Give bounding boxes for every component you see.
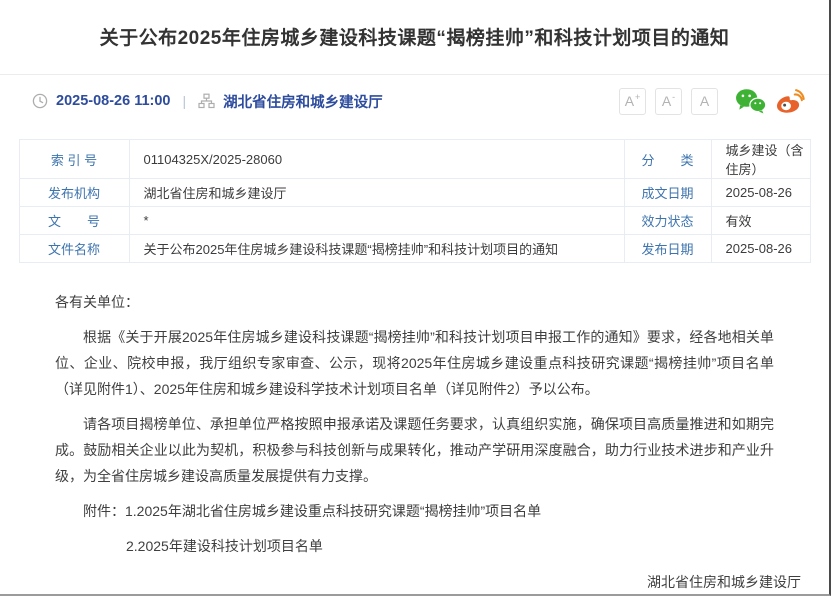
attachment-line-1: 附件：1.2025年湖北省住房城乡建设重点科技研究课题“揭榜挂帅”项目名单: [55, 498, 774, 524]
written-date-label: 成文日期: [624, 179, 711, 207]
validity-label: 效力状态: [624, 207, 711, 235]
category-label: 分 类: [624, 140, 711, 179]
body-paragraph-2: 请各项目揭榜单位、承担单位严格按照申报承诺及课题任务要求，认真组织实施，确保项目…: [55, 411, 774, 489]
table-row: 发布机构 湖北省住房和城乡建设厅 成文日期 2025-08-26: [19, 179, 810, 207]
publish-date-value: 2025-08-26: [711, 235, 810, 263]
doc-number-value: *: [129, 207, 624, 235]
meta-row: 2025-08-26 11:00 | 湖北省住房和城乡建设厅 A+ A- A: [0, 75, 829, 127]
doc-title-value: 关于公布2025年住房城乡建设科技课题“揭榜挂帅”和科技计划项目的通知: [129, 235, 624, 263]
category-value: 城乡建设（含住房）: [711, 140, 810, 179]
table-row: 文 号 * 效力状态 有效: [19, 207, 810, 235]
index-number-value: 01104325X/2025-28060: [129, 140, 624, 179]
meta-separator: |: [183, 93, 187, 109]
table-row: 文件名称 关于公布2025年住房城乡建设科技课题“揭榜挂帅”和科技计划项目的通知…: [19, 235, 810, 263]
body-paragraph-1: 根据《关于开展2025年住房城乡建设科技课题“揭榜挂帅”和科技计划项目申报工作的…: [55, 324, 774, 402]
issuing-agency-label: 发布机构: [19, 179, 129, 207]
page-title: 关于公布2025年住房城乡建设科技课题“揭榜挂帅”和科技计划项目的通知: [48, 26, 781, 51]
meta-left: 2025-08-26 11:00 | 湖北省住房和城乡建设厅: [32, 91, 383, 112]
doc-title-label: 文件名称: [19, 235, 129, 263]
font-increase-sup: +: [635, 93, 640, 102]
font-decrease-button[interactable]: A-: [655, 88, 682, 115]
font-increase-button[interactable]: A+: [619, 88, 646, 115]
salutation: 各有关单位：: [55, 289, 774, 315]
doc-number-label: 文 号: [19, 207, 129, 235]
signature-organization: 湖北省住房和城乡建设厅: [55, 569, 801, 595]
clock-icon: [32, 93, 48, 109]
index-number-label: 索 引 号: [19, 140, 129, 179]
font-normal-button[interactable]: A: [691, 88, 718, 115]
wechat-share-icon[interactable]: [735, 88, 766, 114]
article-page: 关于公布2025年住房城乡建设科技课题“揭榜挂帅”和科技计划项目的通知 2025…: [0, 0, 831, 596]
issuing-agency-value: 湖北省住房和城乡建设厅: [129, 179, 624, 207]
table-row: 索 引 号 01104325X/2025-28060 分 类 城乡建设（含住房）: [19, 140, 810, 179]
meta-controls: A+ A- A: [619, 88, 809, 115]
source-link[interactable]: 湖北省住房和城乡建设厅: [223, 91, 383, 112]
font-decrease-label: A: [662, 94, 671, 108]
font-normal-label: A: [700, 94, 709, 108]
written-date-value: 2025-08-26: [711, 179, 810, 207]
validity-value: 有效: [711, 207, 810, 235]
attachment-line-2: 2.2025年建设科技计划项目名单: [55, 533, 774, 559]
document-body: 各有关单位： 根据《关于开展2025年住房城乡建设科技课题“揭榜挂帅”和科技计划…: [55, 289, 774, 596]
sitemap-icon: [198, 93, 215, 109]
weibo-share-icon[interactable]: [775, 88, 805, 114]
font-increase-label: A: [625, 94, 634, 108]
publish-date-label: 发布日期: [624, 235, 711, 263]
publish-datetime: 2025-08-26 11:00: [56, 93, 171, 109]
document-info-table: 索 引 号 01104325X/2025-28060 分 类 城乡建设（含住房）…: [19, 139, 811, 263]
font-decrease-sup: -: [672, 93, 675, 102]
